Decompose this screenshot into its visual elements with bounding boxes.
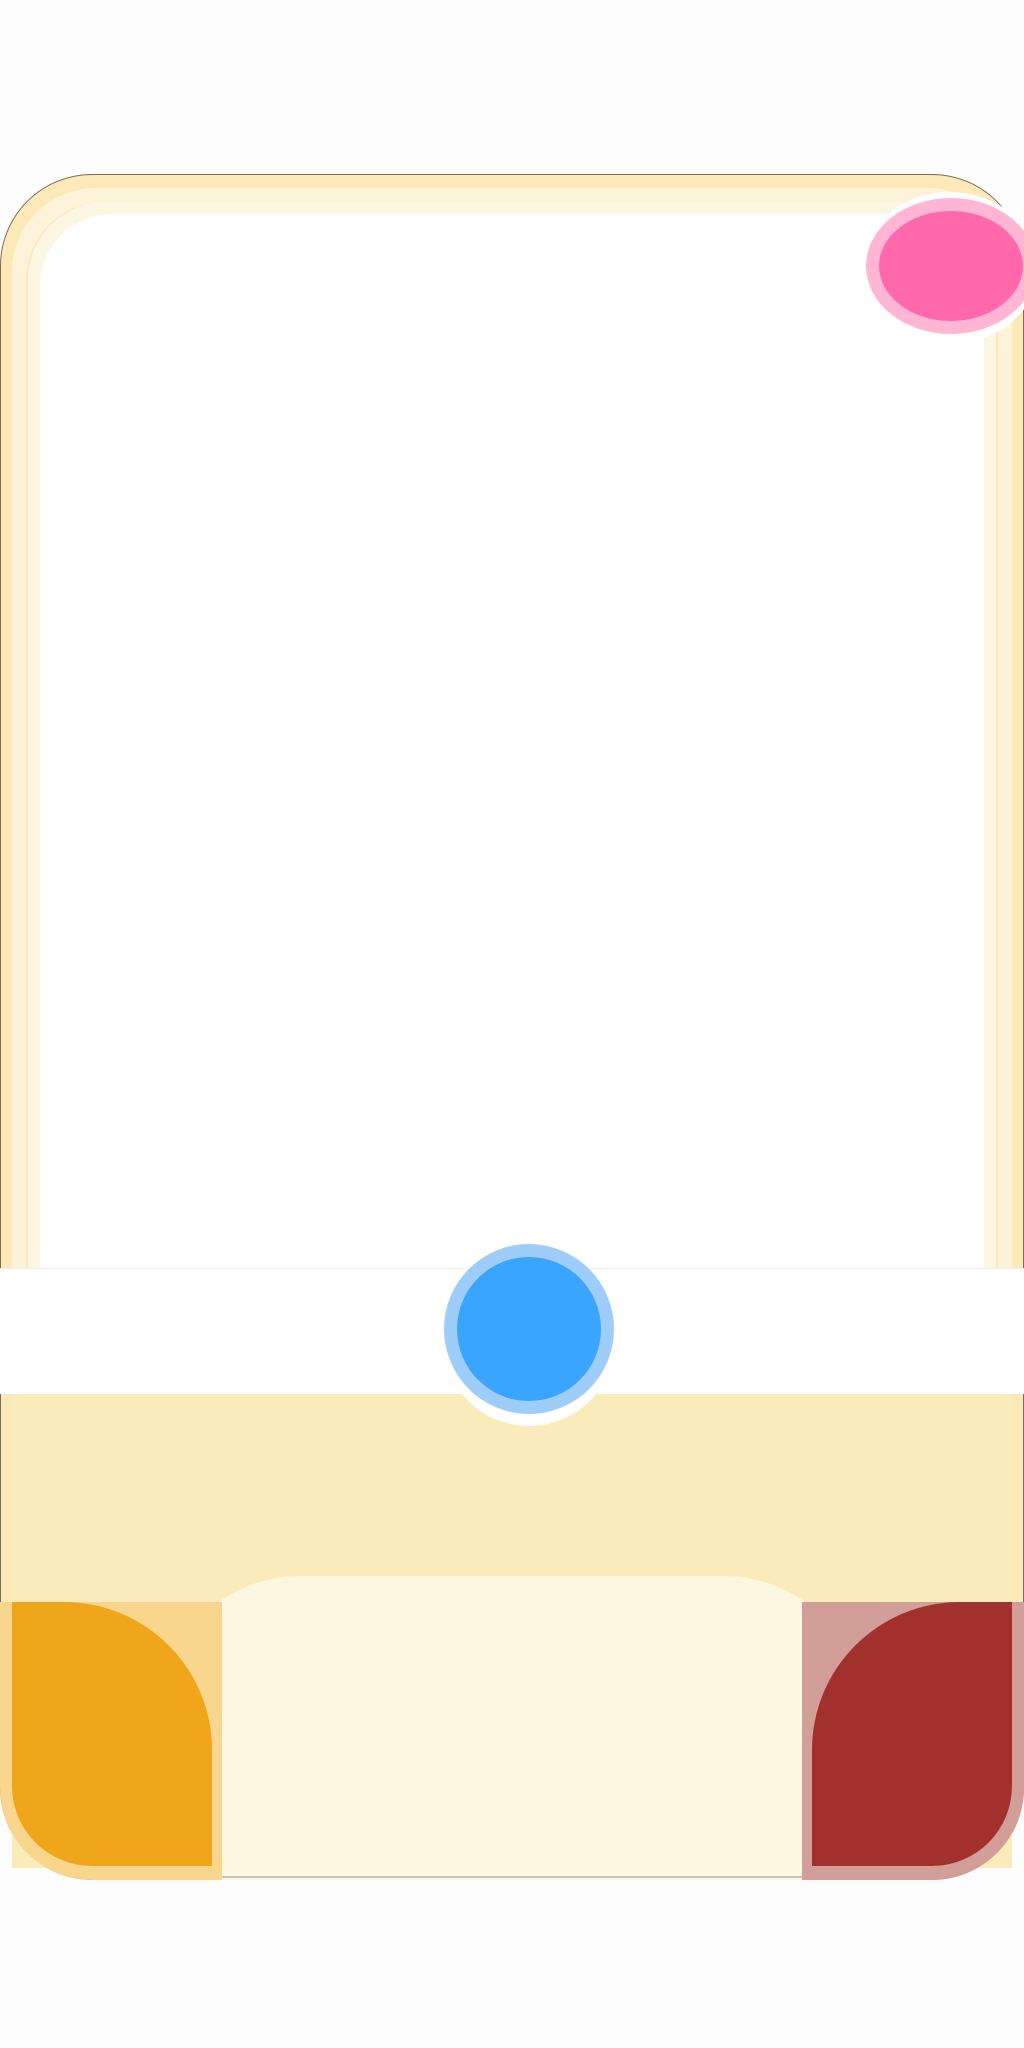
game-stage[interactable] xyxy=(0,0,1024,2048)
goal-line xyxy=(212,1876,808,1878)
playfield[interactable] xyxy=(40,214,984,1394)
goal-zone xyxy=(160,1576,864,1880)
pink-puck-icon[interactable] xyxy=(879,211,1023,321)
blue-puck-icon[interactable] xyxy=(457,1257,601,1401)
